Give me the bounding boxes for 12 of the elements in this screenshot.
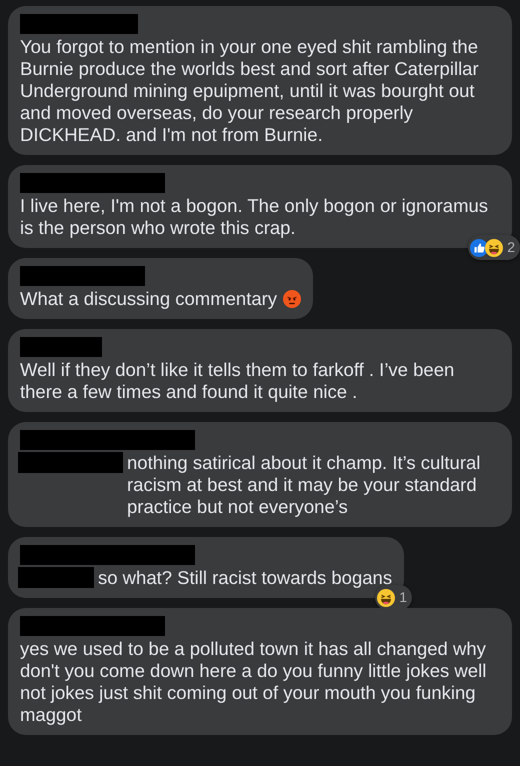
comment-text: What a discussing commentary	[20, 288, 278, 310]
comment-text: yes we used to be a polluted town it has all changed why don't you come down here a do you funny little jokes well not jokes just shit coming out of your mouth you funking maggot	[20, 638, 488, 726]
reaction-count: 2	[507, 238, 515, 257]
reaction-count: 1	[399, 588, 408, 607]
comment-text: nothing satirical about it champ. It’s cultural racism at best and it may be your standard practice but not everyone’s	[127, 452, 482, 518]
angry-face-icon	[283, 290, 302, 308]
reaction-badge[interactable]: 2	[468, 235, 520, 260]
reaction-badge[interactable]: 1	[375, 585, 412, 610]
comment-text: You forgot to mention in your one eyed shit rambling the Burnie produce the worlds best and sort after Caterpillar Underground mining epuipment, until it was bourght out and moved overseas, do your research properly DICKHEAD. and I'm not from Burnie.	[20, 36, 480, 146]
comment-text: Well if they don’t like it tells them to farkoff . I’ve been there a few times and found it quite nice .	[20, 359, 456, 403]
laughing-face-icon	[377, 588, 396, 606]
laughing-face-icon	[485, 238, 504, 256]
